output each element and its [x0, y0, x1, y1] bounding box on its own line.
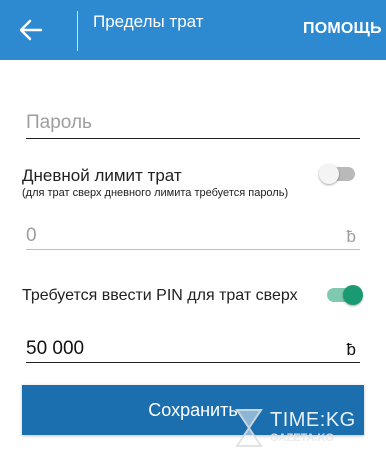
back-button[interactable] [14, 14, 48, 46]
password-field[interactable]: Пароль [26, 108, 360, 139]
currency-symbol: ƀ [346, 227, 356, 246]
toggle-knob [319, 164, 339, 184]
daily-limit-value: 0 [26, 225, 37, 246]
arrow-left-icon [19, 19, 43, 41]
pin-threshold-input[interactable]: 50 000 ƀ [26, 335, 360, 363]
password-placeholder: Пароль [26, 112, 92, 133]
watermark: TIME:KG GAZETA.KG [232, 405, 386, 450]
daily-limit-hint: (для трат сверх дневного лимита требуетс… [22, 187, 289, 199]
daily-limit-input[interactable]: 0 ƀ [26, 222, 360, 250]
toggle-knob [343, 285, 363, 305]
currency-symbol: ƀ [346, 340, 356, 359]
hourglass-logo-icon [235, 409, 263, 447]
page-title: Пределы трат [93, 12, 204, 31]
pin-threshold-value: 50 000 [26, 338, 85, 359]
daily-limit-title: Дневной лимит трат [22, 166, 182, 185]
help-button[interactable]: ПОМОЩЬ [303, 20, 382, 38]
watermark-text: TIME:KG [270, 409, 356, 431]
watermark-subtext: GAZETA.KG [270, 432, 334, 444]
app-bar: Пределы трат ПОМОЩЬ [0, 0, 386, 60]
header-divider [77, 11, 78, 51]
save-button-label: Сохранить [148, 399, 238, 420]
pin-required-label: Требуется ввести PIN для трат сверх [22, 287, 298, 304]
